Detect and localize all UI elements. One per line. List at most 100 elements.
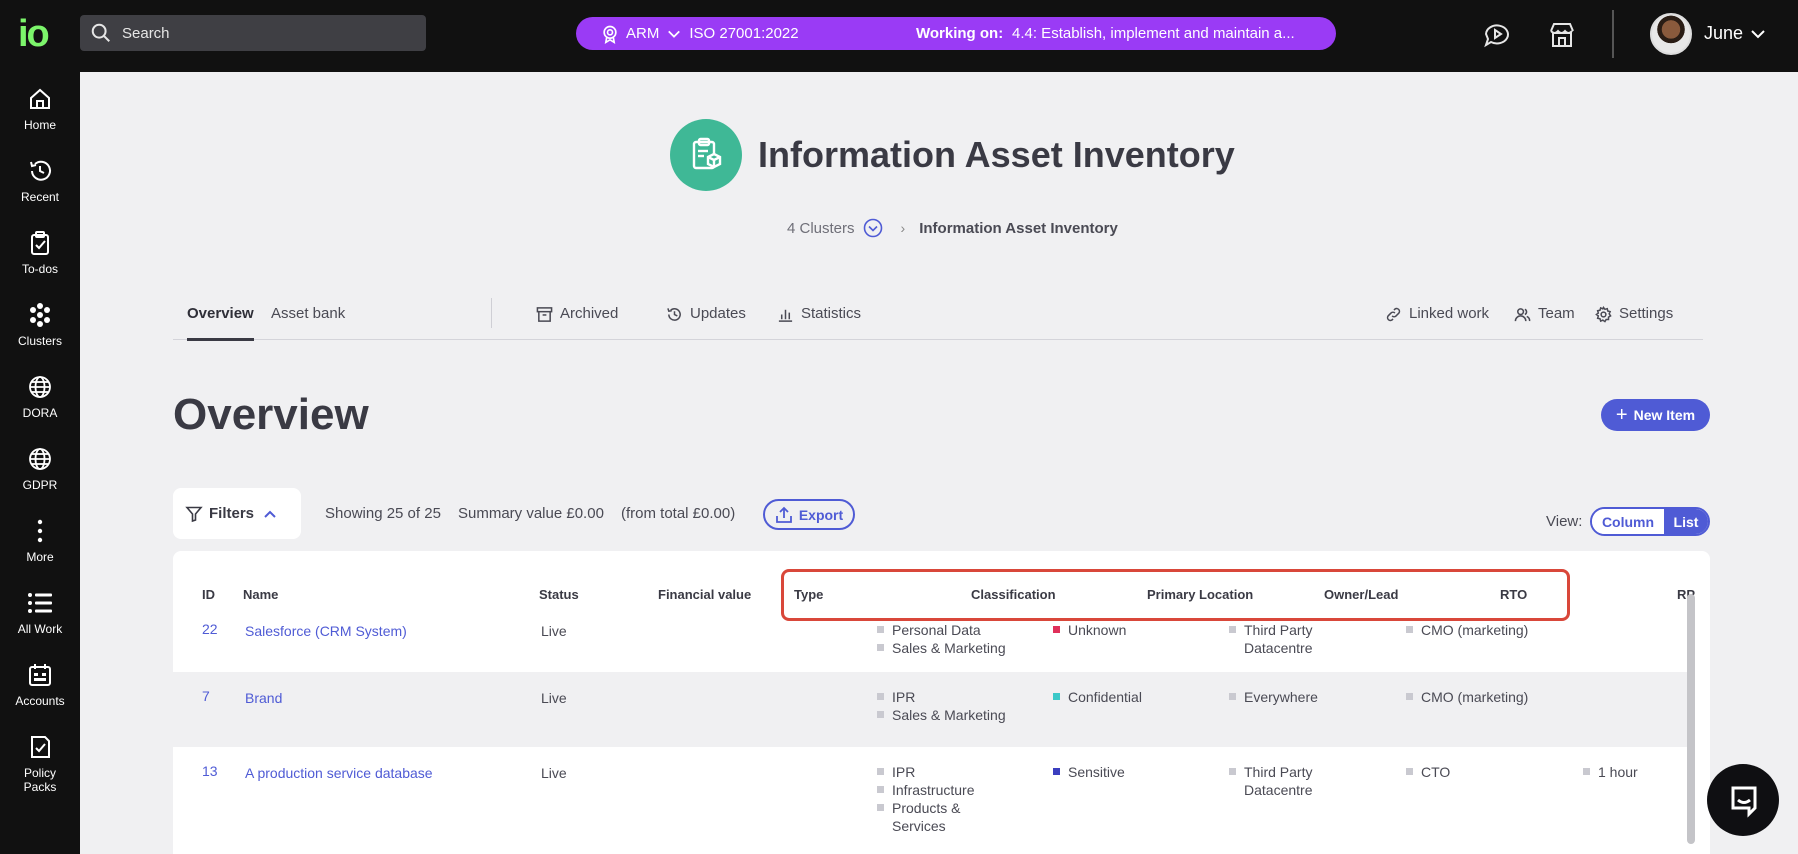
store-icon[interactable] [1547, 20, 1577, 50]
row-owner: CMO (marketing) [1406, 688, 1528, 706]
avatar[interactable] [1650, 13, 1692, 55]
history-icon [667, 308, 681, 321]
row-classification: Sensitive [1053, 763, 1125, 781]
filters-button[interactable]: Filters [173, 488, 301, 539]
sidebar: Home Recent To-dos Clusters DORA GDPR Mo… [0, 72, 80, 854]
table-scrollbar[interactable] [1687, 582, 1695, 854]
sidebar-item-policy-packs[interactable]: Policy Packs [0, 734, 80, 794]
export-button[interactable]: Export [763, 499, 855, 530]
sidebar-item-label: Accounts [15, 694, 65, 708]
archive-icon [536, 307, 553, 322]
row-name-link[interactable]: Salesforce (CRM System) [245, 623, 407, 639]
app-logo[interactable]: io [18, 15, 60, 54]
bar-chart-icon [778, 309, 793, 322]
search-icon [91, 23, 110, 42]
row-id[interactable]: 13 [202, 763, 218, 779]
classification-color-dot [1053, 768, 1060, 775]
help-chat-button[interactable] [1707, 764, 1779, 836]
tab-updates[interactable]: Updates [666, 304, 746, 340]
type-tag: Infrastructure [877, 781, 974, 799]
home-icon [30, 88, 50, 109]
row-id[interactable]: 22 [202, 621, 218, 637]
classification-color-dot [1053, 693, 1060, 700]
section-heading: Overview [173, 390, 369, 439]
chevron-down-icon[interactable] [667, 27, 681, 41]
tab-bar: Overview Asset bank Archived Updates Sta… [173, 298, 1703, 341]
type-tag: Services [892, 818, 946, 834]
standard-label[interactable]: ISO 27001:2022 [689, 25, 798, 42]
sidebar-item-label: Recent [20, 190, 60, 204]
clipboard-check-icon [31, 231, 49, 255]
sidebar-item-home[interactable]: Home [0, 86, 80, 132]
gear-icon [1595, 306, 1612, 323]
tab-statistics[interactable]: Statistics [777, 304, 861, 340]
scrollbar-thumb[interactable] [1687, 594, 1695, 844]
table-row[interactable]: 7 Brand Live IPR Sales & Marketing Confi… [173, 672, 1689, 747]
working-on-bar[interactable]: ARM ISO 27001:2022 Working on: 4.4: Esta… [576, 17, 1336, 50]
tab-label: Linked work [1409, 305, 1490, 322]
table-row[interactable]: 13 A production service database Live IP… [173, 747, 1689, 854]
row-name-link[interactable]: Brand [245, 690, 282, 706]
tab-label: Team [1538, 305, 1575, 322]
view-list-button[interactable]: List [1664, 509, 1708, 534]
column-header-name[interactable]: Name [243, 587, 278, 602]
new-item-label: New Item [1633, 407, 1696, 423]
type-tag: IPR [877, 763, 974, 781]
search-input[interactable]: Search [80, 15, 426, 51]
row-status: Live [541, 623, 567, 639]
document-check-icon [31, 736, 50, 758]
sidebar-item-clusters[interactable]: Clusters [0, 302, 80, 348]
row-location: Everywhere [1229, 688, 1318, 706]
page-icon [670, 119, 742, 191]
row-id[interactable]: 7 [202, 688, 210, 704]
username[interactable]: June [1704, 23, 1743, 44]
calendar-icon [29, 664, 51, 686]
type-tag: Personal Data [877, 621, 1006, 639]
chevron-right-icon: › [900, 220, 906, 236]
tab-divider [491, 298, 492, 328]
globe-icon [29, 376, 51, 398]
sidebar-item-more[interactable]: More [0, 518, 80, 564]
tab-settings[interactable]: Settings [1595, 304, 1673, 340]
sidebar-item-gdpr[interactable]: GDPR [0, 446, 80, 492]
chat-play-icon[interactable] [1482, 20, 1512, 50]
topbar-divider [1612, 10, 1614, 58]
chevron-down-icon[interactable] [1750, 27, 1766, 41]
column-header-status[interactable]: Status [539, 587, 579, 602]
chevron-down-circle-icon[interactable] [863, 218, 883, 238]
row-status: Live [541, 765, 567, 781]
sidebar-item-recent[interactable]: Recent [0, 158, 80, 204]
tab-archived[interactable]: Archived [536, 304, 618, 340]
sidebar-item-accounts[interactable]: Accounts [0, 662, 80, 708]
row-name-link[interactable]: A production service database [245, 765, 433, 781]
sidebar-item-label: GDPR [22, 478, 58, 492]
view-toggle: Column List [1590, 507, 1710, 536]
tab-linked-work[interactable]: Linked work [1385, 304, 1489, 340]
tab-team[interactable]: Team [1514, 304, 1575, 340]
new-item-button[interactable]: + New Item [1601, 399, 1710, 431]
working-on-task[interactable]: 4.4: Establish, implement and maintain a… [1012, 25, 1295, 42]
globe-icon [29, 448, 51, 470]
link-icon [1386, 307, 1401, 322]
sidebar-item-all-work[interactable]: All Work [0, 590, 80, 636]
sidebar-item-label: Home [23, 118, 56, 132]
view-column-button[interactable]: Column [1592, 509, 1664, 534]
sidebar-item-dora[interactable]: DORA [0, 374, 80, 420]
more-vertical-icon [37, 519, 43, 543]
framework-label[interactable]: ARM [626, 25, 659, 42]
filters-label: Filters [209, 505, 255, 522]
tab-asset-bank[interactable]: Asset bank [271, 304, 345, 340]
type-tag: IPR [877, 688, 1006, 706]
clipboard-asset-icon [692, 137, 722, 170]
column-header-id[interactable]: ID [202, 587, 215, 602]
column-header-financial-value[interactable]: Financial value [658, 587, 751, 602]
tab-label: Statistics [801, 305, 862, 322]
showing-count: Showing 25 of 25 [325, 505, 441, 522]
tab-overview[interactable]: Overview [187, 304, 254, 341]
type-tag: Products & [877, 799, 974, 817]
export-label: Export [798, 506, 844, 523]
type-tag: Sales & Marketing [877, 639, 1006, 657]
breadcrumb-parent[interactable]: 4 Clusters [787, 220, 855, 237]
sidebar-item-todos[interactable]: To-dos [0, 230, 80, 276]
row-classification: Confidential [1053, 688, 1142, 706]
